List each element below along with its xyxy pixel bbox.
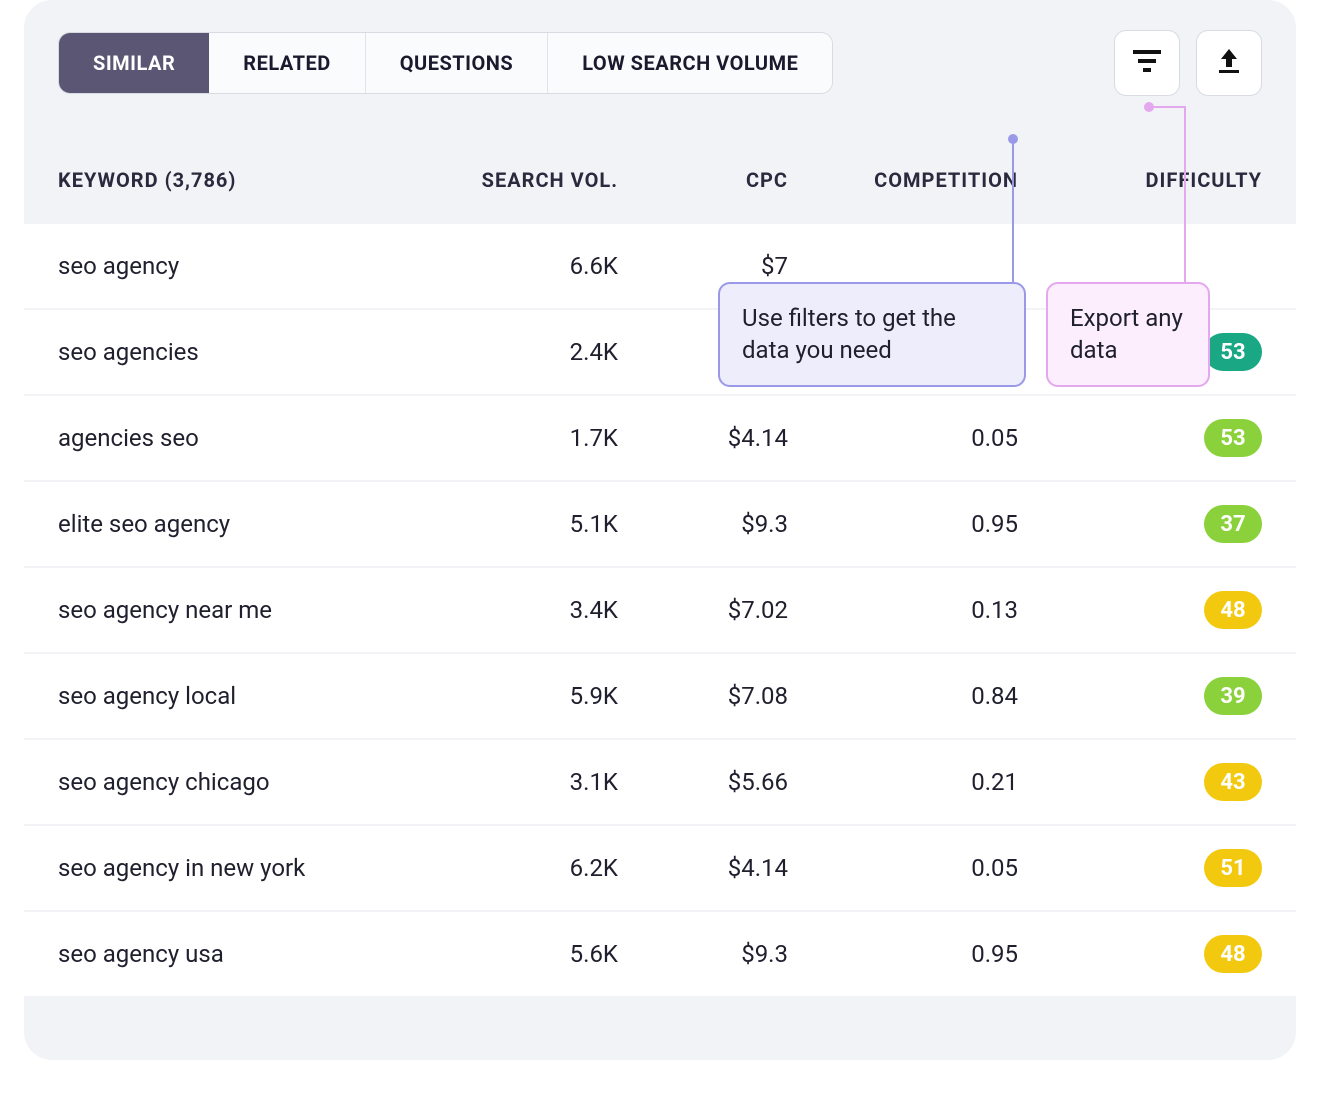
- cell-search-vol: 5.9K: [418, 682, 618, 710]
- difficulty-pill: 48: [1204, 591, 1262, 629]
- difficulty-pill: 48: [1204, 935, 1262, 973]
- table-row[interactable]: seo agency chicago3.1K$5.660.21 43: [24, 738, 1296, 824]
- cell-search-vol: 6.6K: [418, 252, 618, 280]
- filter-button[interactable]: [1114, 30, 1180, 96]
- cell-cpc: $7: [618, 252, 788, 280]
- cell-search-vol: 3.4K: [418, 596, 618, 624]
- difficulty-pill: 53: [1204, 419, 1262, 457]
- cell-cpc: $4.14: [618, 854, 788, 882]
- cell-difficulty: 53: [1018, 419, 1262, 457]
- tooltip-filter: Use filters to get the data you need: [718, 282, 1026, 387]
- filter-icon: [1133, 50, 1161, 76]
- cell-difficulty: 48: [1018, 935, 1262, 973]
- cell-search-vol: 5.6K: [418, 940, 618, 968]
- tab-similar[interactable]: SIMILAR: [59, 33, 209, 93]
- th-competition[interactable]: COMPETITION: [788, 168, 1018, 192]
- table-header: KEYWORD (3,786) SEARCH VOL. CPC COMPETIT…: [24, 126, 1296, 222]
- th-search-vol[interactable]: SEARCH VOL.: [418, 168, 618, 192]
- cell-keyword: seo agency usa: [58, 940, 418, 968]
- keyword-panel: SIMILAR RELATED QUESTIONS LOW SEARCH VOL…: [24, 0, 1296, 1060]
- connector-line: [1012, 138, 1014, 288]
- tooltip-export: Export any data: [1046, 282, 1210, 387]
- table-row[interactable]: seo agency usa5.6K$9.30.95 48: [24, 910, 1296, 996]
- th-difficulty[interactable]: DIFFICULTY: [1018, 168, 1262, 192]
- connector-line: [1148, 106, 1186, 108]
- th-keyword[interactable]: KEYWORD (3,786): [58, 168, 418, 192]
- cell-cpc: $4.14: [618, 424, 788, 452]
- difficulty-pill: 37: [1204, 505, 1262, 543]
- cell-difficulty: 37: [1018, 505, 1262, 543]
- cell-difficulty: 51: [1018, 849, 1262, 887]
- upload-icon: [1215, 47, 1243, 79]
- cell-keyword: seo agency: [58, 252, 418, 280]
- cell-cpc: $9.3: [618, 940, 788, 968]
- keyword-table: KEYWORD (3,786) SEARCH VOL. CPC COMPETIT…: [24, 126, 1296, 996]
- cell-keyword: elite seo agency: [58, 510, 418, 538]
- th-cpc[interactable]: CPC: [618, 168, 788, 192]
- cell-competition: 0.95: [788, 940, 1018, 968]
- tab-group: SIMILAR RELATED QUESTIONS LOW SEARCH VOL…: [58, 32, 833, 94]
- cell-keyword: seo agency near me: [58, 596, 418, 624]
- cell-keyword: seo agency chicago: [58, 768, 418, 796]
- difficulty-pill: 43: [1204, 763, 1262, 801]
- tab-questions[interactable]: QUESTIONS: [366, 33, 549, 93]
- cell-search-vol: 3.1K: [418, 768, 618, 796]
- cell-competition: 0.95: [788, 510, 1018, 538]
- export-button[interactable]: [1196, 30, 1262, 96]
- difficulty-pill: 39: [1204, 677, 1262, 715]
- table-row[interactable]: seo agency in new york6.2K$4.140.05 51: [24, 824, 1296, 910]
- tab-related[interactable]: RELATED: [209, 33, 365, 93]
- connector-line: [1184, 106, 1186, 286]
- cell-search-vol: 6.2K: [418, 854, 618, 882]
- cell-difficulty: 43: [1018, 763, 1262, 801]
- table-row[interactable]: seo agency near me3.4K$7.020.13 48: [24, 566, 1296, 652]
- cell-search-vol: 2.4K: [418, 338, 618, 366]
- difficulty-pill: 53: [1204, 333, 1262, 371]
- cell-keyword: seo agency local: [58, 682, 418, 710]
- cell-keyword: seo agency in new york: [58, 854, 418, 882]
- cell-difficulty: 39: [1018, 677, 1262, 715]
- cell-competition: 0.21: [788, 768, 1018, 796]
- table-row[interactable]: seo agency local5.9K$7.080.84 39: [24, 652, 1296, 738]
- difficulty-pill: 51: [1204, 849, 1262, 887]
- cell-competition: 0.05: [788, 854, 1018, 882]
- cell-difficulty: 48: [1018, 591, 1262, 629]
- cell-search-vol: 1.7K: [418, 424, 618, 452]
- tab-low-search-volume[interactable]: LOW SEARCH VOLUME: [548, 33, 832, 93]
- cell-cpc: $5.66: [618, 768, 788, 796]
- table-row[interactable]: agencies seo1.7K$4.140.05 53: [24, 394, 1296, 480]
- cell-competition: 0.05: [788, 424, 1018, 452]
- cell-keyword: seo agencies: [58, 338, 418, 366]
- cell-cpc: $7.08: [618, 682, 788, 710]
- cell-search-vol: 5.1K: [418, 510, 618, 538]
- cell-cpc: $7.02: [618, 596, 788, 624]
- topbar: SIMILAR RELATED QUESTIONS LOW SEARCH VOL…: [24, 30, 1296, 126]
- cell-cpc: $9.3: [618, 510, 788, 538]
- cell-competition: 0.84: [788, 682, 1018, 710]
- cell-keyword: agencies seo: [58, 424, 418, 452]
- cell-competition: 0.13: [788, 596, 1018, 624]
- table-row[interactable]: elite seo agency5.1K$9.30.95 37: [24, 480, 1296, 566]
